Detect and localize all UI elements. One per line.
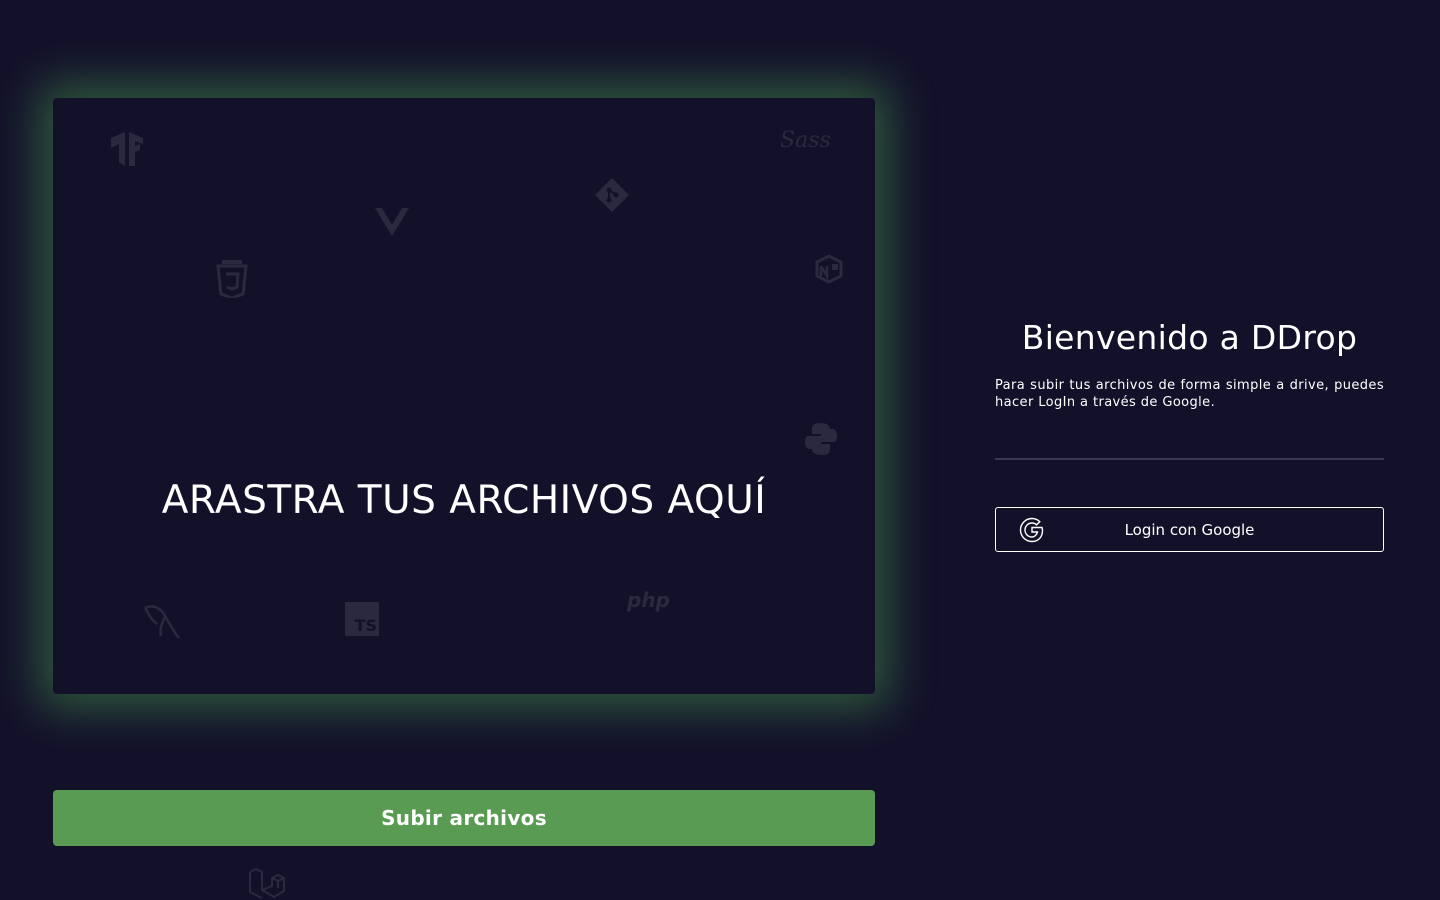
google-icon (1018, 516, 1046, 548)
google-login-label: Login con Google (1124, 520, 1255, 539)
welcome-description: Para subir tus archivos de forma simple … (995, 378, 1384, 410)
css3-icon (216, 260, 248, 298)
vue-icon (375, 208, 409, 236)
typescript-icon-label: TS (354, 616, 377, 635)
divider (995, 458, 1384, 460)
upload-files-button[interactable]: Subir archivos (53, 790, 875, 846)
typescript-icon: TS (345, 602, 379, 636)
git-icon (595, 178, 629, 212)
laravel-icon (248, 866, 286, 900)
php-icon: php (627, 588, 670, 612)
welcome-title: Bienvenido a DDrop (1021, 318, 1358, 357)
numpy-icon (813, 254, 847, 284)
dropzone-instruction: ARASTRA TUS ARCHIVOS AQUÍ (161, 478, 767, 523)
sass-icon: Sass (780, 128, 831, 153)
python-icon (804, 422, 838, 456)
login-panel: Bienvenido a DDrop Para subir tus archiv… (995, 318, 1384, 552)
file-dropzone[interactable]: Sass TS php ARASTRA TUS ARCHIVOS AQUÍ (53, 98, 875, 694)
mysql-icon (141, 602, 183, 642)
page: Sass TS php ARASTRA TUS ARCHIVOS AQUÍ Su… (0, 0, 1440, 900)
tensorflow-icon (109, 132, 145, 166)
google-login-button[interactable]: Login con Google (995, 507, 1384, 552)
